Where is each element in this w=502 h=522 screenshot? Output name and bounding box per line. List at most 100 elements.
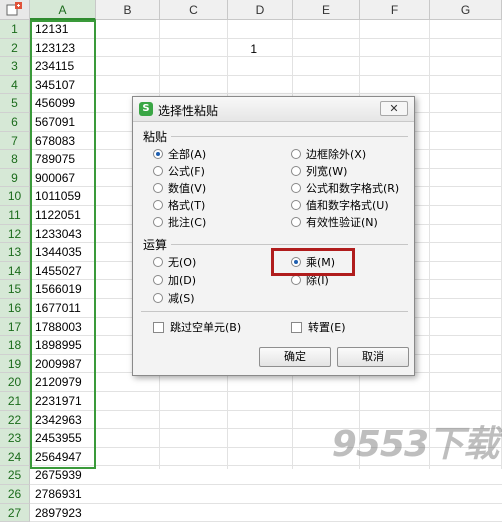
row-header[interactable]: 2 — [0, 38, 30, 58]
column-header-d[interactable]: D — [228, 0, 293, 20]
cell-a[interactable]: 900067 — [32, 169, 94, 187]
radio-option[interactable]: 无(O) — [153, 256, 196, 270]
column-header-c[interactable]: C — [160, 0, 228, 20]
row-header[interactable]: 7 — [0, 131, 30, 151]
cell-a[interactable]: 2009987 — [32, 355, 94, 373]
radio-label: 有效性验证(N) — [306, 216, 378, 229]
row-header[interactable]: 19 — [0, 354, 30, 374]
row-header[interactable]: 26 — [0, 485, 30, 504]
row-header[interactable]: 15 — [0, 280, 30, 299]
radio-button — [291, 183, 301, 193]
radio-option[interactable]: 加(D) — [153, 274, 196, 288]
cell-a[interactable]: 567091 — [32, 113, 94, 131]
skip-blanks-checkbox[interactable]: 跳过空单元(B) — [153, 321, 241, 335]
select-all-corner[interactable] — [0, 0, 30, 20]
column-header-e[interactable]: E — [293, 0, 360, 20]
column-header-a[interactable]: A — [30, 0, 96, 20]
cell-a[interactable]: 123123 — [32, 39, 94, 57]
column-header-f[interactable]: F — [360, 0, 430, 20]
grid-row-line — [30, 484, 502, 485]
row-header[interactable]: 16 — [0, 299, 30, 318]
radio-option[interactable]: 批注(C) — [153, 216, 206, 230]
transpose-checkbox[interactable]: 转置(E) — [291, 321, 346, 335]
cell-c2[interactable]: 1 — [196, 40, 261, 58]
cell-a[interactable]: 1788003 — [32, 318, 94, 336]
checkbox-box — [291, 322, 302, 333]
radio-label: 减(S) — [168, 292, 195, 305]
radio-label: 数值(V) — [168, 182, 207, 195]
wps-icon: S — [139, 102, 153, 116]
row-header[interactable]: 17 — [0, 317, 30, 337]
radio-button — [291, 200, 301, 210]
radio-option[interactable]: 列宽(W) — [291, 165, 347, 179]
grid-row-line — [30, 409, 502, 411]
row-header[interactable]: 10 — [0, 187, 30, 206]
row-header[interactable]: 27 — [0, 503, 30, 522]
cell-a[interactable]: 1455027 — [32, 262, 94, 280]
grid-row-line — [30, 391, 502, 392]
cell-a[interactable]: 234115 — [32, 57, 94, 75]
radio-option[interactable]: 值和数字格式(U) — [291, 199, 389, 213]
cell-a[interactable]: 2897923 — [32, 504, 94, 522]
row-header[interactable]: 18 — [0, 336, 30, 355]
radio-label: 批注(C) — [168, 216, 207, 229]
radio-option[interactable]: 有效性验证(N) — [291, 216, 378, 230]
column-header-b[interactable]: B — [96, 0, 160, 20]
cell-a[interactable]: 2786931 — [32, 485, 94, 503]
radio-option[interactable]: 边框除外(X) — [291, 148, 366, 162]
row-header[interactable]: 11 — [0, 206, 30, 225]
paste-special-dialog: S 选择性粘贴 ✕ 粘贴 全部(A) 公式(F) 数值(V) 格式(T) 批注(C) 边… — [132, 96, 415, 376]
cell-a[interactable]: 2675939 — [32, 466, 94, 484]
cell-a[interactable]: 345107 — [32, 76, 94, 94]
cell-a[interactable]: 1677011 — [32, 299, 94, 317]
radio-option[interactable]: 公式和数字格式(R) — [291, 182, 399, 196]
cell-a[interactable]: 1344035 — [32, 243, 94, 261]
cell-a[interactable]: 1233043 — [32, 225, 94, 243]
cell-a[interactable]: 2564947 — [32, 448, 94, 466]
cell-a[interactable]: 1011059 — [32, 187, 94, 205]
radio-label: 无(O) — [168, 256, 197, 269]
cell-a[interactable]: 456099 — [32, 94, 94, 112]
row-header[interactable]: 25 — [0, 466, 30, 485]
cell-a[interactable]: 1898995 — [32, 336, 94, 354]
radio-option[interactable]: 全部(A) — [153, 148, 206, 162]
cell-a[interactable]: 2342963 — [32, 411, 94, 429]
row-header[interactable]: 3 — [0, 57, 30, 76]
row-header[interactable]: 22 — [0, 410, 30, 430]
cell-a[interactable]: 1122051 — [32, 206, 94, 224]
radio-option[interactable]: 数值(V) — [153, 182, 206, 196]
row-header[interactable]: 4 — [0, 75, 30, 95]
radio-option[interactable]: 减(S) — [153, 292, 195, 306]
row-header[interactable]: 14 — [0, 261, 30, 281]
row-header[interactable]: 21 — [0, 392, 30, 411]
cell-a[interactable]: 2120979 — [32, 373, 94, 391]
radio-label: 公式和数字格式(R) — [306, 182, 400, 195]
cell-a[interactable]: 1566019 — [32, 280, 94, 298]
radio-label: 公式(F) — [168, 165, 205, 178]
close-button[interactable]: ✕ — [380, 101, 408, 116]
row-header[interactable]: 8 — [0, 150, 30, 169]
row-header[interactable]: 1 — [0, 20, 30, 39]
radio-button — [291, 166, 301, 176]
skip-blanks-label: 跳过空单元(B) — [170, 321, 242, 334]
cell-a[interactable]: 2231971 — [32, 392, 94, 410]
radio-option[interactable]: 格式(T) — [153, 199, 205, 213]
ok-button[interactable]: 确定 — [259, 347, 331, 367]
row-header[interactable]: 23 — [0, 429, 30, 448]
row-header[interactable]: 5 — [0, 94, 30, 113]
radio-option[interactable]: 除(I) — [291, 274, 329, 288]
cell-a[interactable]: 2453955 — [32, 429, 94, 447]
row-header[interactable]: 20 — [0, 373, 30, 392]
cell-a[interactable]: 789075 — [32, 150, 94, 168]
row-header[interactable]: 13 — [0, 243, 30, 262]
row-header[interactable]: 9 — [0, 168, 30, 188]
column-header-g[interactable]: G — [430, 0, 502, 20]
row-header[interactable]: 24 — [0, 447, 30, 467]
radio-option[interactable]: 公式(F) — [153, 165, 205, 179]
cell-a[interactable]: 678083 — [32, 132, 94, 150]
row-header[interactable]: 6 — [0, 113, 30, 132]
cancel-button[interactable]: 取消 — [337, 347, 409, 367]
grid-row-line — [30, 93, 502, 95]
cell-a[interactable]: 12131 — [32, 20, 94, 38]
row-header[interactable]: 12 — [0, 224, 30, 244]
